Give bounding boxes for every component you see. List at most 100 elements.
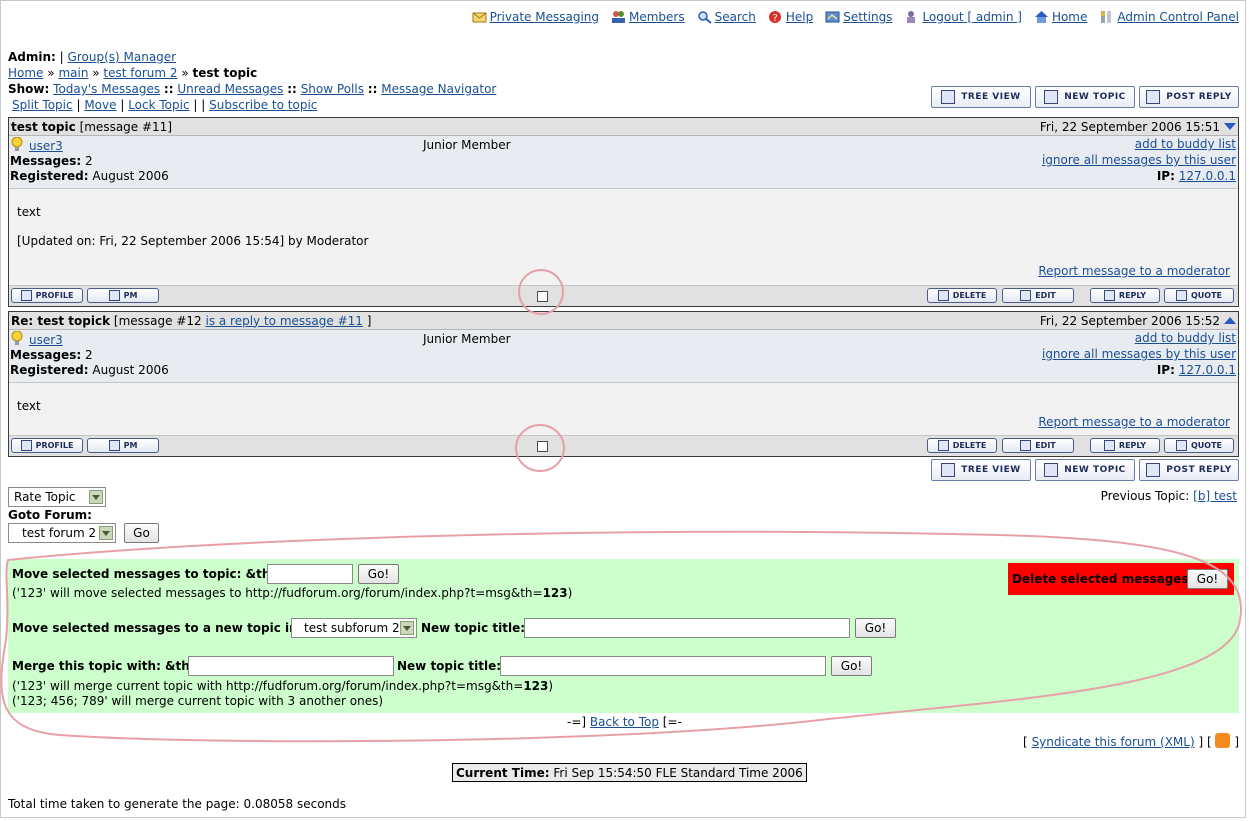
author-info: user3 Junior Member Messages: 2 Register… xyxy=(9,330,1238,383)
nav-label[interactable]: Admin Control Panel xyxy=(1117,10,1239,24)
goto-go-button[interactable]: Go xyxy=(124,523,159,543)
arrow-up-icon[interactable] xyxy=(1224,317,1236,324)
breadcrumb-main[interactable]: main xyxy=(58,66,88,80)
hint-text: ) xyxy=(567,586,573,600)
subscribe-link[interactable]: Subscribe to topic xyxy=(209,98,317,112)
move-new-topic-label: Move selected messages to a new topic in xyxy=(12,621,298,635)
button-label: TREE VIEW xyxy=(961,92,1021,102)
hint-number: 123 xyxy=(542,586,568,600)
reply-button[interactable]: REPLY xyxy=(1090,438,1160,453)
quote-icon xyxy=(1175,440,1187,451)
new-topic-go-button[interactable]: Go! xyxy=(855,618,896,638)
nav-label[interactable]: Private Messaging xyxy=(490,10,599,24)
move-topic-id-input[interactable] xyxy=(267,564,353,584)
delete-button[interactable]: DELETE xyxy=(927,438,997,453)
separator: :: xyxy=(163,82,174,96)
registered-value: August 2006 xyxy=(92,363,169,377)
breadcrumb-forum[interactable]: test forum 2 xyxy=(103,66,177,80)
nav-label[interactable]: Logout [ admin ] xyxy=(922,10,1022,24)
nav-help[interactable]: ? Help xyxy=(768,10,813,24)
unread-messages-link[interactable]: Unread Messages xyxy=(177,82,283,96)
report-link[interactable]: Report message to a moderator xyxy=(1038,415,1230,429)
ip-link[interactable]: 127.0.0.1 xyxy=(1179,363,1236,377)
new-topic-forum-select[interactable]: test subforum 2 xyxy=(291,618,417,638)
nav-label[interactable]: Search xyxy=(715,10,756,24)
split-topic-link[interactable]: Split Topic xyxy=(12,98,73,112)
quote-button[interactable]: QUOTE xyxy=(1164,438,1234,453)
back-to-top-link[interactable]: Back to Top xyxy=(590,715,659,729)
button-label: DELETE xyxy=(952,441,987,450)
nav-label[interactable]: Home xyxy=(1052,10,1087,24)
new-topic-button[interactable]: NEW TOPIC xyxy=(1035,86,1135,108)
goto-forum-select[interactable]: test forum 2 xyxy=(8,523,116,543)
messages-count: 2 xyxy=(84,154,93,168)
back-top-pre: -=] xyxy=(567,715,587,729)
button-label: EDIT xyxy=(1035,441,1056,450)
button-label: REPLY xyxy=(1118,291,1147,300)
document-icon xyxy=(1044,463,1059,477)
nav-private-messaging[interactable]: Private Messaging xyxy=(472,10,599,24)
merge-topic-id-input[interactable] xyxy=(188,656,394,676)
new-topic-button[interactable]: NEW TOPIC xyxy=(1035,459,1135,481)
edit-button[interactable]: EDIT xyxy=(1002,438,1074,453)
nav-members[interactable]: Members xyxy=(611,10,685,24)
delete-go-button[interactable]: Go! xyxy=(1187,569,1228,589)
goto-forum-label: Goto Forum: xyxy=(8,508,92,522)
breadcrumb-home[interactable]: Home xyxy=(8,66,43,80)
tree-view-button[interactable]: TREE VIEW xyxy=(931,86,1031,108)
ip-link[interactable]: 127.0.0.1 xyxy=(1179,169,1236,183)
profile-button[interactable]: PROFILE xyxy=(11,288,83,303)
todays-messages-link[interactable]: Today's Messages xyxy=(53,82,160,96)
nav-admin-control-panel[interactable]: Admin Control Panel xyxy=(1099,10,1239,24)
add-buddy-link[interactable]: add to buddy list xyxy=(1135,137,1236,151)
message-block: Re: test topick [message #12 is a reply … xyxy=(8,311,1239,457)
add-buddy-link[interactable]: add to buddy list xyxy=(1135,331,1236,345)
author-link[interactable]: user3 xyxy=(29,139,63,153)
arrow-down-icon[interactable] xyxy=(1224,123,1236,130)
ignore-user-link[interactable]: ignore all messages by this user xyxy=(1042,153,1236,167)
pm-button[interactable]: PM xyxy=(87,288,159,303)
message-meta: [message #12 xyxy=(113,313,202,328)
reply-button[interactable]: REPLY xyxy=(1090,288,1160,303)
edit-button[interactable]: EDIT xyxy=(1002,288,1074,303)
registered-label: Registered: xyxy=(10,363,89,377)
nav-logout[interactable]: Logout [ admin ] xyxy=(904,10,1022,24)
merge-title-input[interactable] xyxy=(500,656,826,676)
nav-search[interactable]: Search xyxy=(697,10,756,24)
move-link[interactable]: Move xyxy=(84,98,116,112)
button-label: NEW TOPIC xyxy=(1064,465,1126,475)
move-go-button[interactable]: Go! xyxy=(358,564,399,584)
select-message-checkbox[interactable] xyxy=(537,441,548,452)
quote-button[interactable]: QUOTE xyxy=(1164,288,1234,303)
post-reply-button[interactable]: POST REPLY xyxy=(1139,459,1239,481)
syndicate-link[interactable]: Syndicate this forum (XML) xyxy=(1032,735,1195,749)
report-link[interactable]: Report message to a moderator xyxy=(1038,264,1230,278)
delete-button[interactable]: DELETE xyxy=(927,288,997,303)
rate-topic-select[interactable]: Rate Topic xyxy=(8,487,106,507)
nav-label[interactable]: Help xyxy=(786,10,813,24)
nav-home[interactable]: Home xyxy=(1034,10,1087,24)
groups-manager-link[interactable]: Group(s) Manager xyxy=(68,50,177,64)
author-link[interactable]: user3 xyxy=(29,333,63,347)
rss-icon[interactable] xyxy=(1215,733,1231,748)
new-topic-title-input[interactable] xyxy=(524,618,850,638)
nav-label[interactable]: Members xyxy=(629,10,685,24)
lock-topic-link[interactable]: Lock Topic xyxy=(128,98,189,112)
post-reply-button[interactable]: POST REPLY xyxy=(1139,86,1239,108)
profile-button[interactable]: PROFILE xyxy=(11,438,83,453)
logout-icon xyxy=(907,11,916,23)
reply-to-link[interactable]: is a reply to message #11 xyxy=(205,314,362,328)
syndicate: [ Syndicate this forum (XML) ] [ ] xyxy=(1023,733,1239,749)
show-polls-link[interactable]: Show Polls xyxy=(301,82,364,96)
nav-label[interactable]: Settings xyxy=(843,10,892,24)
pm-button[interactable]: PM xyxy=(87,438,159,453)
profile-icon xyxy=(20,440,32,451)
select-message-checkbox[interactable] xyxy=(537,291,548,302)
nav-settings[interactable]: Settings xyxy=(825,10,892,24)
previous-topic-link[interactable]: [b] test xyxy=(1193,489,1237,503)
message-footer: PROFILE PM DELETE EDIT REPLY QUOTE xyxy=(9,435,1238,456)
merge-go-button[interactable]: Go! xyxy=(831,656,872,676)
message-navigator-link[interactable]: Message Navigator xyxy=(381,82,496,96)
tree-view-button[interactable]: TREE VIEW xyxy=(931,459,1031,481)
ignore-user-link[interactable]: ignore all messages by this user xyxy=(1042,347,1236,361)
